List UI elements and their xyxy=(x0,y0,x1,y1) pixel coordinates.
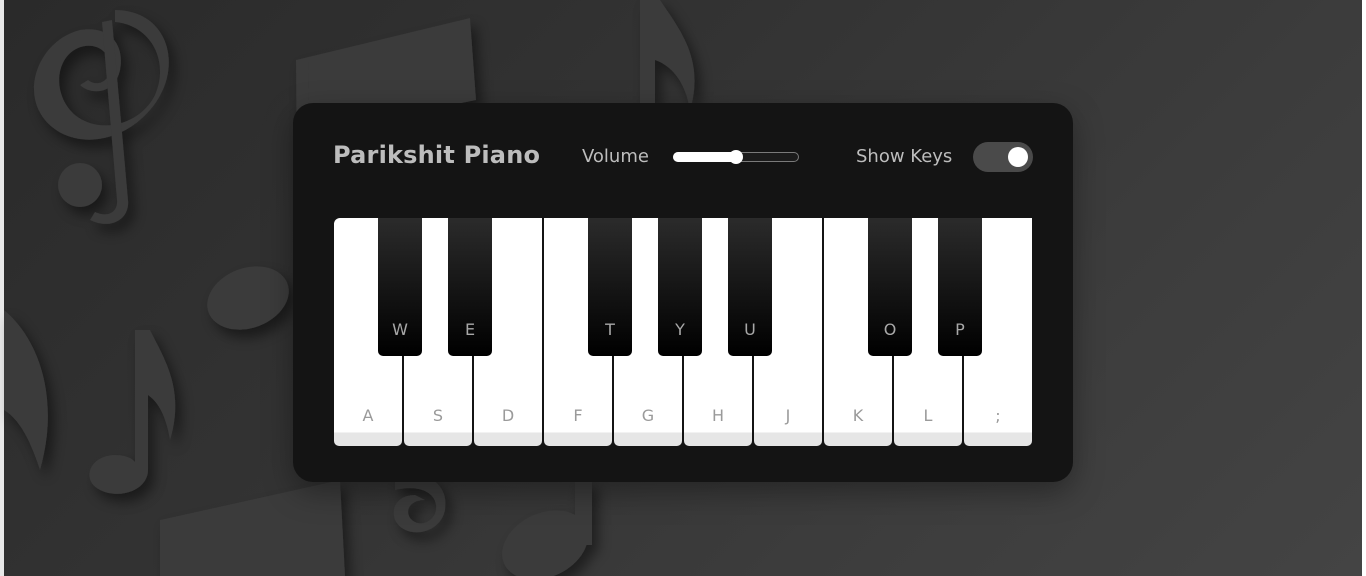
black-key-label: W xyxy=(392,320,408,339)
white-key-label: G xyxy=(641,406,655,425)
volume-label: Volume xyxy=(582,146,649,167)
black-key-label: O xyxy=(883,320,897,339)
white-key-label: S xyxy=(432,406,444,425)
volume-slider[interactable] xyxy=(673,150,799,164)
treble-clef-icon xyxy=(33,10,169,140)
black-key-label: U xyxy=(744,320,756,339)
white-key-label: H xyxy=(711,406,725,425)
show-keys-toggle[interactable] xyxy=(973,142,1033,172)
whole-note-icon xyxy=(207,266,289,330)
volume-slider-thumb[interactable] xyxy=(729,150,743,164)
black-key-label: T xyxy=(605,320,615,339)
black-key-label: E xyxy=(464,320,476,339)
piano-keyboard: A S D F G H J K L; W E T Y U O P xyxy=(334,218,1032,446)
white-key-label: F xyxy=(573,406,583,425)
eighth-note-small-icon xyxy=(89,330,176,494)
black-key-label: P xyxy=(955,320,965,339)
white-key-label: L xyxy=(923,406,933,425)
toggle-knob xyxy=(1008,147,1028,167)
white-key-label: J xyxy=(785,406,791,425)
black-key[interactable]: T xyxy=(588,218,632,356)
show-keys-label: Show Keys xyxy=(856,146,953,167)
eighth-note-icon xyxy=(640,0,695,110)
app-title: Parikshit Piano xyxy=(333,141,541,169)
white-key-label: ; xyxy=(995,406,1001,425)
beamed-note-bottom-icon xyxy=(160,480,345,576)
black-key[interactable]: W xyxy=(378,218,422,356)
black-key-label: Y xyxy=(675,320,685,339)
volume-slider-fill xyxy=(673,152,736,162)
black-key[interactable]: P xyxy=(938,218,982,356)
white-key-label: K xyxy=(852,406,864,425)
black-key[interactable]: Y xyxy=(658,218,702,356)
black-key[interactable]: U xyxy=(728,218,772,356)
black-key[interactable]: O xyxy=(868,218,912,356)
piano-wrapper: Parikshit Piano Volume Show Keys A S D F G H J… xyxy=(293,103,1073,482)
black-key[interactable]: E xyxy=(448,218,492,356)
white-key-label: D xyxy=(501,406,515,425)
white-key-label: A xyxy=(362,406,374,425)
